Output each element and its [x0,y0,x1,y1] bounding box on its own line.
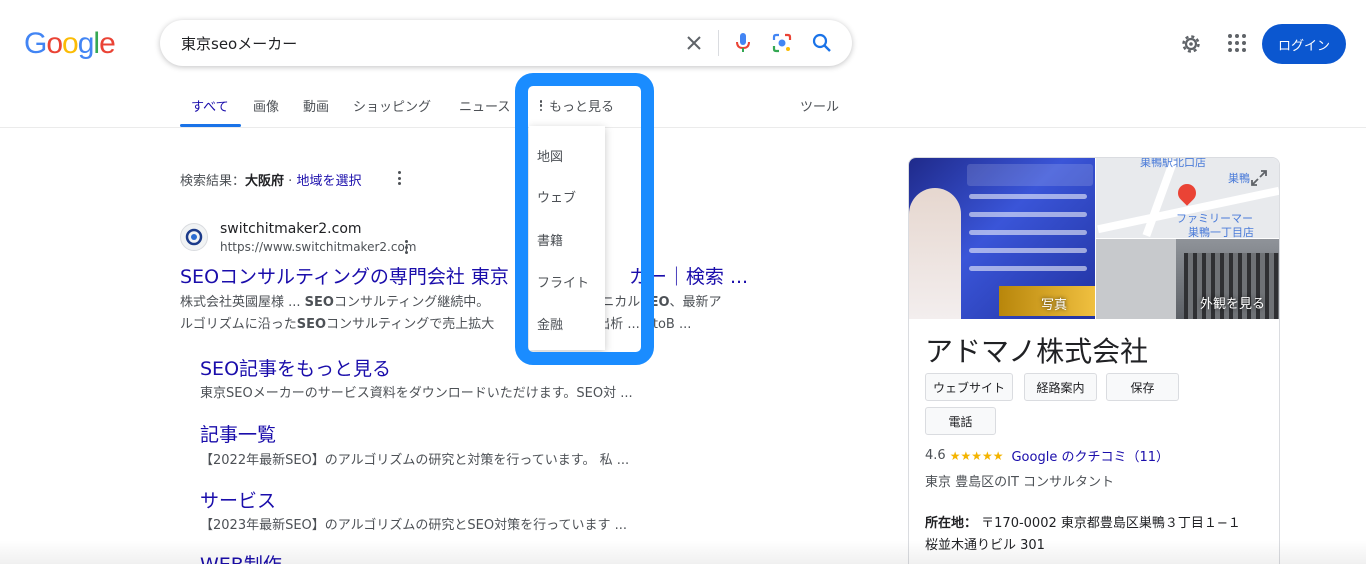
region-separator: · [288,174,293,189]
call-button[interactable]: 電話 [925,407,996,435]
kp-title: アドマノ株式会社 [925,335,1149,368]
rating-value: 4.6 [925,448,946,463]
search-box[interactable]: 東京seoメーカー [160,20,852,66]
address-line1: 〒170-0002 東京都豊島区巣鴨３丁目１−１ [981,516,1241,531]
result-title-text[interactable]: SEOコンサルティングの専門会社 東京 [180,266,509,288]
kp-rating: 4.6 ★★★★★ Google のクチコミ（11） [925,446,1169,465]
expand-map-icon[interactable] [1249,168,1271,190]
website-button[interactable]: ウェブサイト [925,373,1013,401]
snippet-text: 、最新ア [669,295,722,310]
photos-label[interactable]: 写真 [1041,294,1067,313]
tab-shopping[interactable]: ショッピング [353,96,431,115]
sitelink-title[interactable]: サービス [200,486,276,513]
region-info: 検索結果：大阪府 · 地域を選択 [180,170,361,189]
result-title-link[interactable]: SEOコンサルティングの専門会社 東京 カー｜検索 ... [180,262,748,289]
sitelink-snippet: 【2023年最新SEO】のアルゴリズムの研究とSEO対策を行っています ... [200,518,627,533]
tab-videos[interactable]: 動画 [303,96,329,115]
snippet-text: コンサルティング継続中。 [333,295,490,310]
save-button[interactable]: 保存 [1106,373,1179,401]
apps-grid-icon[interactable] [1227,33,1247,57]
tab-all[interactable]: すべて [191,96,229,115]
sitelink-title[interactable]: SEO記事をもっと見る [200,354,391,381]
tools-button[interactable]: ツール [800,96,839,115]
map-pin-icon [1174,180,1200,206]
directions-button[interactable]: 経路案内 [1024,373,1097,401]
region-more-icon[interactable] [397,171,401,185]
sitelink-title[interactable]: 記事一覧 [200,420,276,447]
snippet-text: ルゴリズムに沿った [180,317,297,332]
tab-images[interactable]: 画像 [253,96,279,115]
street-view-label[interactable]: 外観を見る [1200,293,1265,312]
address-label: 所在地： [925,516,978,531]
kp-map[interactable]: 巣鴨駅北口店 巣鴨 ファミリーマー 巣鴨一丁目店 [1096,158,1279,238]
map-label: 巣鴨 [1228,172,1250,185]
settings-gear-icon[interactable] [1179,32,1203,60]
select-region-link[interactable]: 地域を選択 [296,174,361,189]
map-label: 巣鴨駅北口店 [1140,158,1206,169]
snippet-text: 株式会社英國屋様 ... [180,295,305,310]
region-place: 大阪府 [245,174,285,189]
clear-icon[interactable] [682,31,706,55]
map-label: 巣鴨一丁目店 [1188,226,1254,238]
kp-category: 東京 豊島区のIT コンサルタント [925,475,1115,490]
login-button[interactable]: ログイン [1262,24,1346,64]
snippet-text: コンサルティングで売上拡大 [326,317,495,332]
sitelink-title[interactable]: WEB制作 [200,550,282,564]
snippet-bold: SEO [304,295,334,310]
kp-street-view[interactable]: 外観を見る [1096,239,1279,319]
kp-address: 所在地： 〒170-0002 東京都豊島区巣鴨３丁目１−１ 桜並木通りビル 30… [925,513,1265,557]
result-more-icon[interactable] [404,240,408,254]
sitelink-snippet: 東京SEOメーカーのサービス資料をダウンロードいただけます。SEO対 ... [200,386,633,401]
snippet-bold: SEO [296,317,327,332]
rating-stars-icon: ★★★★★ [949,448,1004,463]
result-url[interactable]: https://www.switchitmaker2.com [220,240,416,254]
result-snippet: 株式会社英國屋様 ... SEOコンサルティング継続中。 テクニカルSEO、最新ア… [180,292,780,336]
search-input[interactable]: 東京seoメーカー [181,33,297,54]
search-divider [718,30,719,56]
more-menu-highlight [515,73,654,365]
site-favicon-icon [180,223,208,251]
tab-news[interactable]: ニュース [459,96,510,115]
knowledge-panel: 写真 巣鴨駅北口店 巣鴨 ファミリーマー 巣鴨一丁目店 外観を見る アドマノ株式… [908,157,1280,564]
kp-main-photo[interactable]: 写真 [909,158,1095,319]
region-prefix: 検索結果： [180,174,246,189]
search-icon[interactable] [810,31,834,55]
google-lens-icon[interactable] [770,31,794,55]
tabs-divider [0,127,1366,128]
sitelink-snippet: 【2022年最新SEO】のアルゴリズムの研究と対策を行っています。 私 ... [200,453,630,468]
google-logo[interactable]: Google [24,27,116,61]
address-line2: 桜並木通りビル 301 [925,538,1045,553]
reviews-link[interactable]: Google のクチコミ（11） [1011,446,1169,465]
microphone-icon[interactable] [731,31,755,55]
result-site-name[interactable]: switchitmaker2.com [220,221,362,237]
